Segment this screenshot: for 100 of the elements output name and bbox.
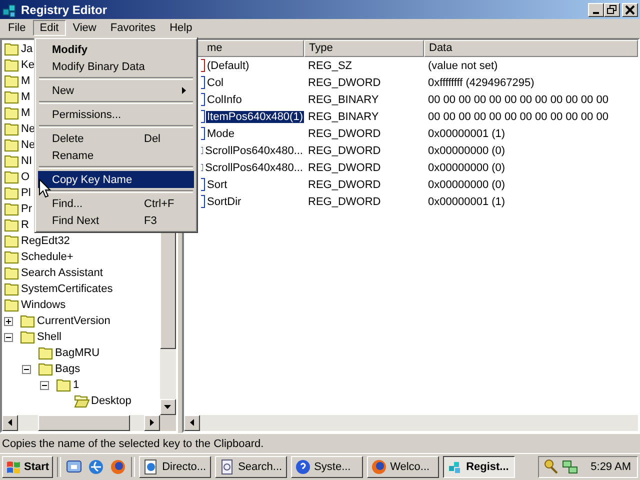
scroll-down-icon[interactable] — [164, 403, 172, 411]
windows-logo-icon — [6, 460, 22, 474]
tree-item[interactable]: Bags — [54, 362, 82, 376]
scroll-left-icon[interactable] — [6, 419, 14, 427]
menu-item[interactable]: Copy Key Name — [38, 171, 194, 188]
restore-button[interactable] — [604, 2, 620, 16]
value-type: REG_DWORD — [307, 196, 382, 208]
tree-item[interactable]: M — [20, 90, 32, 104]
tree-item[interactable]: Ja — [20, 42, 35, 56]
tree-item[interactable]: Pr — [20, 202, 34, 216]
tree-item[interactable]: RegEdt32 — [20, 234, 72, 248]
mouse-cursor — [39, 179, 51, 198]
column-header[interactable]: Type — [304, 40, 424, 57]
menu-item[interactable]: Find Next F3 — [38, 212, 194, 229]
menu-item[interactable]: Delete Del — [38, 130, 194, 147]
menu-item[interactable]: Permissions... — [38, 106, 194, 123]
tree-item[interactable]: Ne — [20, 138, 38, 152]
browser-icon[interactable] — [87, 458, 106, 476]
menu-item[interactable]: Rename — [38, 147, 194, 164]
value-data: 00 00 00 00 00 00 00 00 00 00 00 00 — [427, 94, 610, 106]
scroll-right-icon[interactable] — [148, 419, 156, 427]
menu-item[interactable]: New — [38, 82, 194, 99]
tree-item[interactable]: Shell — [36, 330, 64, 344]
tree-item[interactable]: R — [20, 218, 31, 232]
menu-item[interactable]: Favorites — [103, 20, 163, 36]
value-data: 0x00000000 (0) — [427, 144, 506, 156]
tree-item[interactable]: NI — [20, 154, 34, 168]
close-button[interactable] — [622, 2, 638, 16]
value-data: 0x00000000 (0) — [427, 178, 506, 190]
binary-value-icon — [201, 93, 205, 106]
tree-item[interactable]: M — [20, 74, 32, 88]
column-header[interactable]: Data — [424, 40, 638, 57]
page-icon — [219, 459, 236, 475]
tree-item[interactable]: Pl — [20, 186, 33, 200]
clock: 5:29 AM — [590, 461, 631, 473]
tree-item[interactable]: M — [20, 106, 32, 120]
tree-item[interactable]: Ke — [20, 58, 36, 72]
string-value-icon — [201, 59, 205, 72]
tree-item[interactable]: BagMRU — [54, 346, 102, 360]
value-data: 00 00 00 00 00 00 00 00 00 00 00 00 — [427, 110, 610, 122]
menu-item[interactable]: Modify Binary Data — [38, 58, 194, 75]
value-name[interactable]: Col — [206, 76, 225, 88]
taskbar-button[interactable]: Regist... — [443, 456, 516, 478]
tree-item[interactable]: Desktop — [90, 394, 134, 408]
value-data: 0x00000000 (0) — [427, 162, 506, 174]
value-data: 0x00000001 (1) — [427, 196, 506, 208]
value-type: REG_DWORD — [307, 76, 382, 88]
value-type: REG_SZ — [307, 60, 354, 72]
tree-item[interactable]: CurrentVersion — [36, 314, 112, 328]
tree-item[interactable]: Ne — [20, 122, 38, 136]
start-button[interactable]: Start — [2, 456, 54, 478]
binary-value-icon — [201, 76, 205, 89]
tree-item[interactable]: Schedule+ — [20, 250, 76, 264]
value-name[interactable]: ScrollPos640x480... — [204, 162, 304, 174]
window-title: Registry Editor — [21, 2, 108, 16]
value-type: REG_DWORD — [307, 144, 382, 156]
binary-value-icon — [201, 127, 205, 140]
tree-item[interactable]: 1 — [72, 378, 82, 392]
close-icon — [625, 4, 635, 14]
binary-value-icon — [201, 195, 205, 208]
tree-item[interactable]: O — [20, 170, 32, 184]
binary-value-icon — [201, 161, 204, 174]
scroll-left-icon[interactable] — [188, 419, 196, 427]
binary-value-icon — [201, 110, 205, 123]
value-name[interactable]: Sort — [206, 178, 228, 190]
taskbar-button[interactable]: Search... — [215, 456, 288, 478]
value-type: REG_DWORD — [307, 128, 382, 140]
document-icon — [143, 459, 160, 475]
value-name[interactable]: Mode — [206, 128, 236, 140]
binary-value-icon — [201, 144, 204, 157]
taskbar-button[interactable]: Directo... — [139, 456, 212, 478]
horizontal-scrollbar[interactable] — [184, 415, 638, 431]
horizontal-scrollbar[interactable] — [2, 415, 176, 431]
menu-item[interactable]: Edit — [32, 20, 66, 36]
value-data: 0x00000001 (1) — [427, 128, 506, 140]
network-icon[interactable] — [562, 459, 578, 475]
tree-item[interactable]: Search Assistant — [20, 266, 105, 280]
taskbar-button[interactable]: Syste... — [291, 456, 364, 478]
value-name[interactable]: (Default) — [206, 60, 250, 72]
menu-item[interactable]: File — [1, 20, 33, 36]
menu-item[interactable]: Help — [162, 20, 200, 36]
menu-item[interactable]: View — [66, 20, 104, 36]
registry-icon — [2, 2, 18, 18]
value-name[interactable]: ItemPos640x480(1) — [206, 110, 304, 122]
menu-item[interactable]: Find... Ctrl+F — [38, 195, 194, 212]
value-type: REG_DWORD — [307, 162, 382, 174]
restore-icon — [607, 4, 617, 14]
minimize-button[interactable] — [588, 2, 604, 16]
value-name[interactable]: ScrollPos640x480... — [204, 144, 304, 156]
value-type: REG_BINARY — [307, 110, 380, 122]
minimize-icon — [593, 12, 599, 14]
binary-value-icon — [201, 178, 205, 191]
value-name[interactable]: ColInfo — [206, 94, 243, 106]
taskbar-button[interactable]: Welco... — [367, 456, 440, 478]
value-type: REG_DWORD — [307, 178, 382, 190]
tree-item[interactable]: Windows — [20, 298, 68, 312]
tree-item[interactable]: SystemCertificates — [20, 282, 115, 296]
value-data: (value not set) — [427, 60, 499, 72]
globe-icon[interactable] — [109, 458, 128, 476]
value-name[interactable]: SortDir — [206, 196, 242, 208]
